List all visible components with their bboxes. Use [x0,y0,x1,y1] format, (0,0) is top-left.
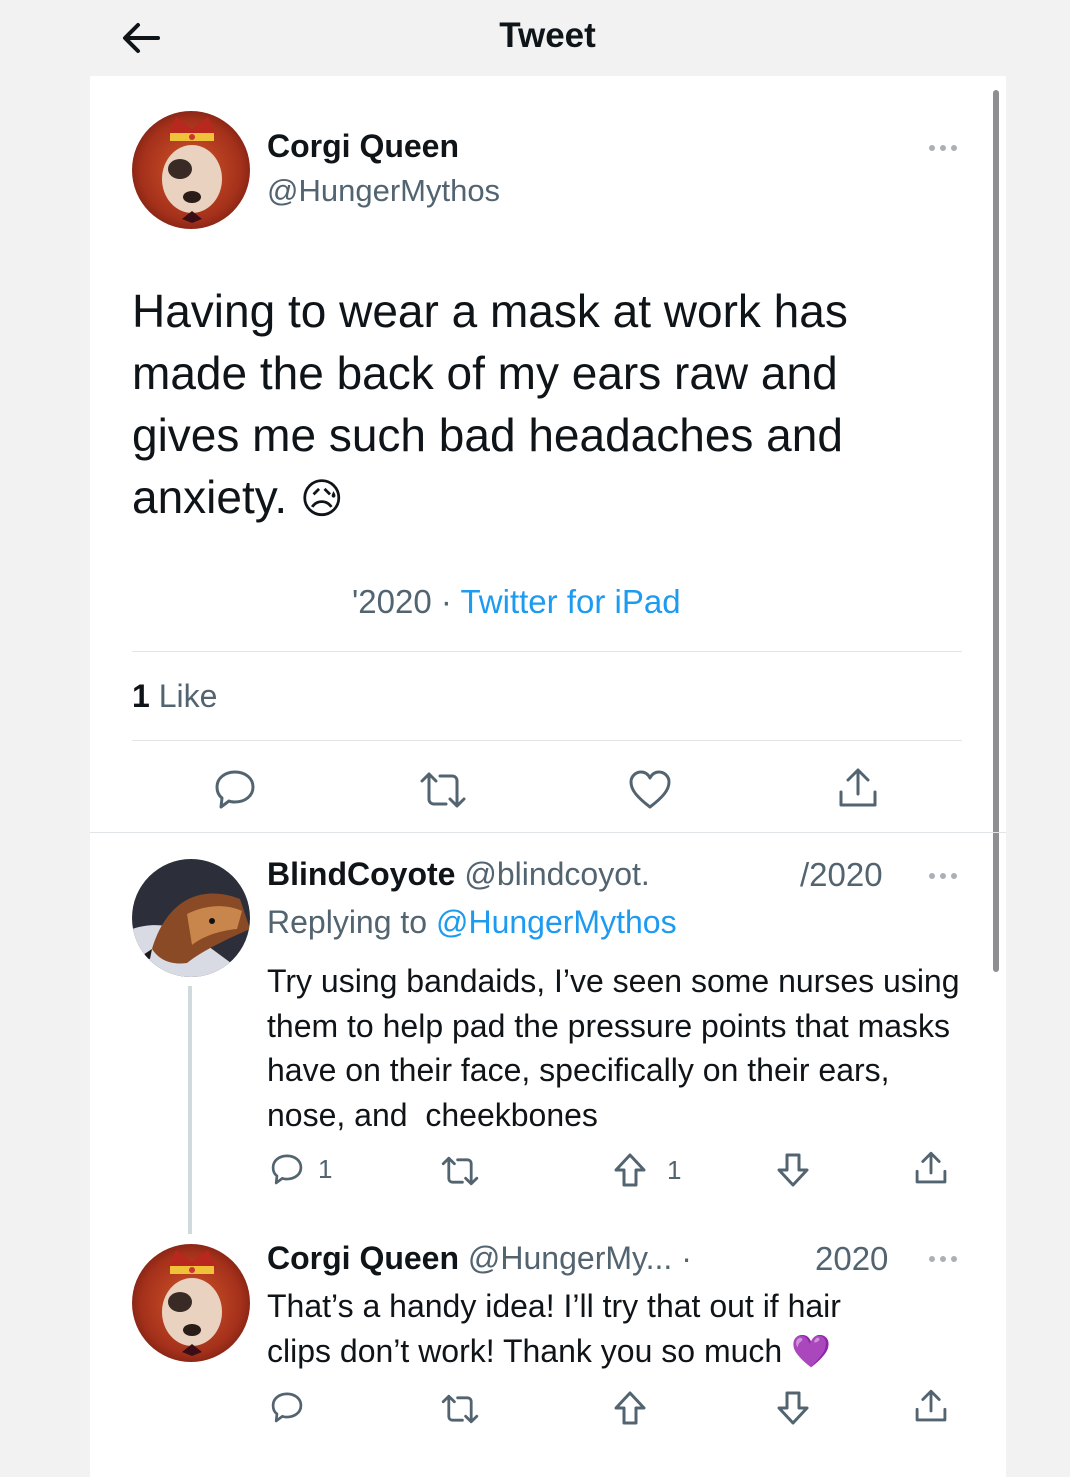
author-name[interactable]: Corgi Queen [267,1240,459,1276]
reply-text: That’s a handy idea! I’ll try that out i… [267,1288,841,1369]
divider [90,832,1006,833]
page-title: Tweet [499,16,596,55]
likes-count: 1 [132,678,150,714]
retweet-button[interactable] [418,769,468,811]
scrollbar[interactable] [993,90,999,972]
retweet-button[interactable] [440,1154,480,1188]
tweet-date[interactable]: '2020 [352,583,432,620]
divider [132,651,962,652]
retweet-icon [420,772,466,808]
likes-label: Like [158,678,218,714]
thread-line [188,986,192,1234]
reply-text-block: That’s a handy idea! I’ll try that out i… [267,1284,907,1373]
share-icon [915,1151,947,1184]
reply-date[interactable]: /2020 [800,856,883,894]
meta-separator: · [440,583,452,620]
author-handle[interactable]: @HungerMythos [267,173,500,209]
heart-icon [629,770,671,809]
author-name[interactable]: Corgi Queen [267,128,459,165]
upvote-button[interactable] [613,1390,647,1426]
reply-text: Try using bandaids, I’ve seen some nurse… [267,963,969,1133]
author-name[interactable]: BlindCoyote [267,856,455,892]
divider [132,740,962,741]
more-options-icon[interactable] [929,873,957,879]
reply-button[interactable]: 1 [270,1152,332,1186]
upvote-button[interactable]: 1 [613,1152,681,1188]
upvote-icon [614,1391,646,1425]
reply-icon [215,770,255,809]
downvote-icon [777,1391,809,1425]
replying-to: Replying to @HungerMythos [267,904,677,941]
share-icon [915,1389,947,1422]
reply-button[interactable] [213,767,257,811]
retweet-icon [441,1394,479,1424]
downvote-button[interactable] [776,1390,810,1426]
avatar[interactable] [132,111,250,229]
tweet-text-block: Having to wear a mask at work has made t… [132,280,892,530]
author-handle[interactable]: @blindcoyot. [464,856,649,892]
more-options-icon[interactable] [929,145,957,151]
top-bar: Tweet [0,0,1070,76]
upvote-icon [614,1153,646,1187]
tweet-source-link[interactable]: Twitter for iPad [460,583,680,620]
share-button[interactable] [913,1150,949,1186]
share-button[interactable] [836,766,880,810]
replying-to-handle[interactable]: @HungerMythos [436,904,677,940]
downvote-button[interactable] [776,1152,810,1188]
reply-header: BlindCoyote @blindcoyot. [267,856,650,893]
reply-icon [271,1392,303,1423]
share-button[interactable] [913,1388,949,1424]
tweet-text: Having to wear a mask at work has made t… [132,285,848,523]
reply-icon [271,1154,303,1185]
more-options-icon[interactable] [929,1256,957,1262]
retweet-button[interactable] [440,1392,480,1426]
replying-to-label: Replying to [267,904,428,940]
reply-date[interactable]: 2020 [815,1240,888,1278]
tweet-meta: '2020 · Twitter for iPad [352,583,681,621]
purple-heart-emoji: 💜 [791,1332,831,1369]
downvote-icon [777,1153,809,1187]
reply-header: Corgi Queen @HungerMy... · [267,1240,692,1277]
reply-count: 1 [318,1153,333,1184]
avatar[interactable] [132,1244,250,1362]
reply-button[interactable] [270,1390,304,1424]
like-button[interactable] [627,768,673,810]
upvote-count: 1 [667,1154,682,1185]
author-handle[interactable]: @HungerMy... · [468,1240,692,1276]
likes-stat[interactable]: 1 Like [132,678,217,715]
share-icon [839,768,877,807]
retweet-icon [441,1156,479,1186]
avatar[interactable] [132,859,250,977]
sad-relieved-emoji: 😥 [299,475,344,522]
